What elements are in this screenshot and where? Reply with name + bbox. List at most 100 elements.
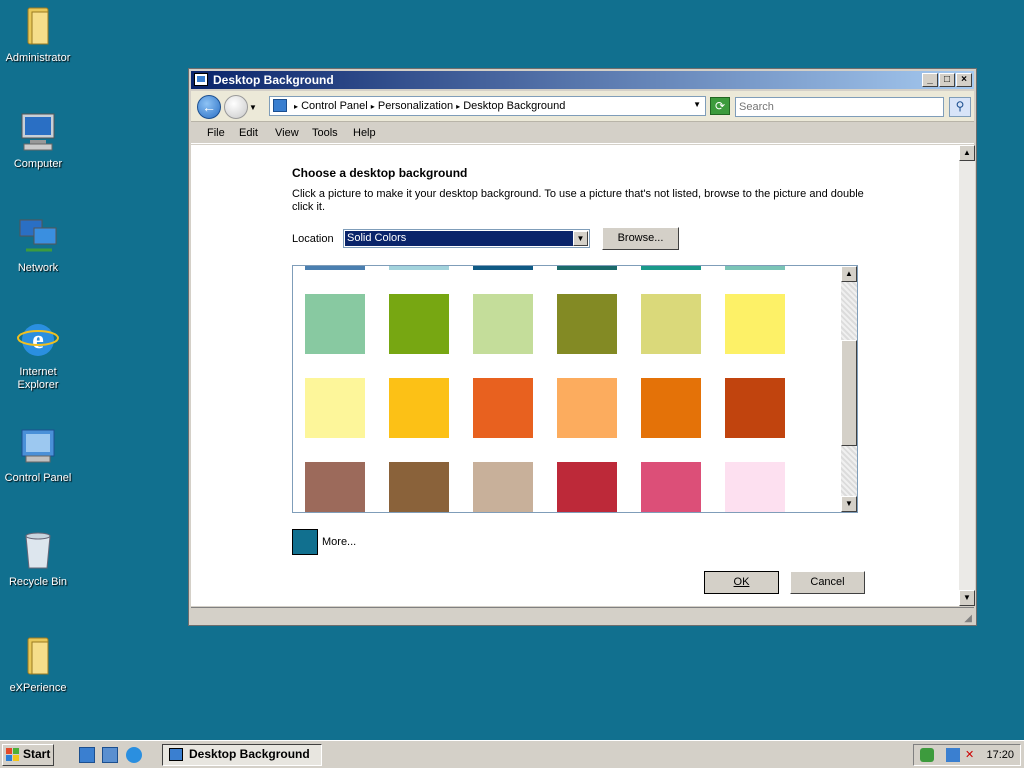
windows-flag-icon [6,748,19,761]
scroll-down-arrow[interactable]: ▼ [959,590,975,606]
scroll-down-arrow[interactable]: ▼ [841,496,857,512]
color-swatch[interactable] [473,462,533,512]
server-manager-icon[interactable] [102,747,118,763]
taskbar: Start Desktop Background ✕ 17:20 [0,740,1024,768]
computer-icon [16,110,60,154]
ok-button[interactable]: OK [704,571,779,594]
page-heading: Choose a desktop background [292,166,468,180]
window-icon [169,748,183,761]
menu-file[interactable]: File [207,127,225,139]
page-description: Click a picture to make it your desktop … [292,188,864,213]
taskbar-item-desktop-background[interactable]: Desktop Background [162,744,322,766]
color-swatch[interactable] [473,266,533,270]
menu-bar: File Edit View Tools Help [191,123,974,144]
color-swatch[interactable] [725,266,785,270]
chevron-down-icon[interactable]: ▼ [573,231,588,246]
control-panel-icon [16,424,60,468]
volume-muted-icon[interactable]: ✕ [965,748,979,762]
desktop-icon-network[interactable]: Network [0,214,76,275]
search-input[interactable] [735,97,944,117]
breadcrumb-personalization[interactable]: Personalization [378,100,453,112]
search-icon[interactable]: ⚲ [949,97,971,117]
refresh-button[interactable]: ⟳ [710,97,730,115]
browse-button[interactable]: Browse... [602,227,679,250]
desktop-icon-recycle-bin[interactable]: Recycle Bin [0,528,76,589]
color-swatch[interactable] [557,378,617,438]
color-swatch[interactable] [305,266,365,270]
taskbar-item-label: Desktop Background [189,747,310,761]
desktop-icon-control-panel[interactable]: Control Panel [0,424,76,485]
breadcrumb: ▸ Control Panel ▸ Personalization ▸ Desk… [294,100,566,112]
ok-label: OK [733,576,750,588]
address-bar[interactable]: ▸ Control Panel ▸ Personalization ▸ Desk… [269,96,706,116]
menu-edit[interactable]: Edit [239,127,258,139]
location-selected-value: Solid Colors [345,231,573,246]
location-select[interactable]: Solid Colors ▼ [343,229,590,248]
start-label: Start [23,747,51,761]
cancel-button[interactable]: Cancel [790,571,865,594]
selected-color-swatch[interactable] [292,529,318,555]
start-button[interactable]: Start [2,744,54,766]
svg-text:e: e [32,325,44,354]
color-swatch[interactable] [557,266,617,270]
color-swatch[interactable] [725,462,785,512]
color-swatch[interactable] [389,266,449,270]
color-swatch[interactable] [389,294,449,354]
color-swatch[interactable] [305,462,365,512]
color-swatch[interactable] [641,294,701,354]
title-bar[interactable]: Desktop Background _ □ × [191,71,974,89]
show-desktop-icon[interactable] [79,747,95,763]
folder-icon [16,4,60,48]
close-button[interactable]: × [956,73,972,87]
clock: 17:20 [986,749,1014,761]
window-icon [194,73,208,86]
more-colors-link[interactable]: More... [322,536,356,548]
recycle-bin-icon [16,528,60,572]
address-bar-row: ← ▼ ▸ Control Panel ▸ Personalization ▸ … [191,91,974,122]
menu-view[interactable]: View [275,127,299,139]
maximize-button[interactable]: □ [939,73,955,87]
network-icon[interactable] [946,748,960,762]
breadcrumb-control-panel[interactable]: Control Panel [301,100,368,112]
minimize-button[interactable]: _ [922,73,938,87]
desktop-icon-experience[interactable]: eXPerience [0,634,76,695]
window-title: Desktop Background [213,73,334,87]
window-scrollbar[interactable]: ▲ ▼ [959,145,975,606]
color-swatch[interactable] [557,294,617,354]
color-swatch[interactable] [305,294,365,354]
color-swatch[interactable] [641,266,701,270]
forward-button[interactable] [224,95,248,119]
color-swatch[interactable] [725,378,785,438]
scroll-thumb[interactable] [841,340,857,446]
color-swatch[interactable] [725,294,785,354]
menu-tools[interactable]: Tools [312,127,338,139]
color-swatch[interactable] [473,378,533,438]
breadcrumb-desktop-background[interactable]: Desktop Background [463,100,565,112]
color-swatch[interactable] [641,378,701,438]
color-swatch[interactable] [557,462,617,512]
resize-grip-icon[interactable]: ◢ [964,613,972,624]
folder-icon [16,634,60,678]
swatch-scrollbar[interactable]: ▲ ▼ [841,266,857,512]
menu-help[interactable]: Help [353,127,376,139]
internet-explorer-icon: e [16,318,60,362]
network-icon [16,214,60,258]
color-swatch[interactable] [389,378,449,438]
desktop-icon-administrator[interactable]: Administrator [0,4,76,65]
status-bar: ◢ [191,607,974,624]
desktop-icon-internet-explorer[interactable]: e Internet Explorer [0,318,76,392]
security-icon[interactable] [920,748,934,762]
color-swatch[interactable] [473,294,533,354]
location-label: Location [292,233,334,245]
back-button[interactable]: ← [197,95,221,119]
control-panel-icon [273,99,287,112]
desktop-icon-computer[interactable]: Computer [0,110,76,171]
color-swatch[interactable] [389,462,449,512]
scroll-up-arrow[interactable]: ▲ [841,266,857,282]
internet-explorer-icon[interactable] [126,747,142,763]
scroll-up-arrow[interactable]: ▲ [959,145,975,161]
recent-pages-dropdown-icon[interactable]: ▼ [249,103,257,112]
color-swatch[interactable] [305,378,365,438]
color-swatch[interactable] [641,462,701,512]
address-dropdown-icon[interactable]: ▼ [693,100,701,109]
